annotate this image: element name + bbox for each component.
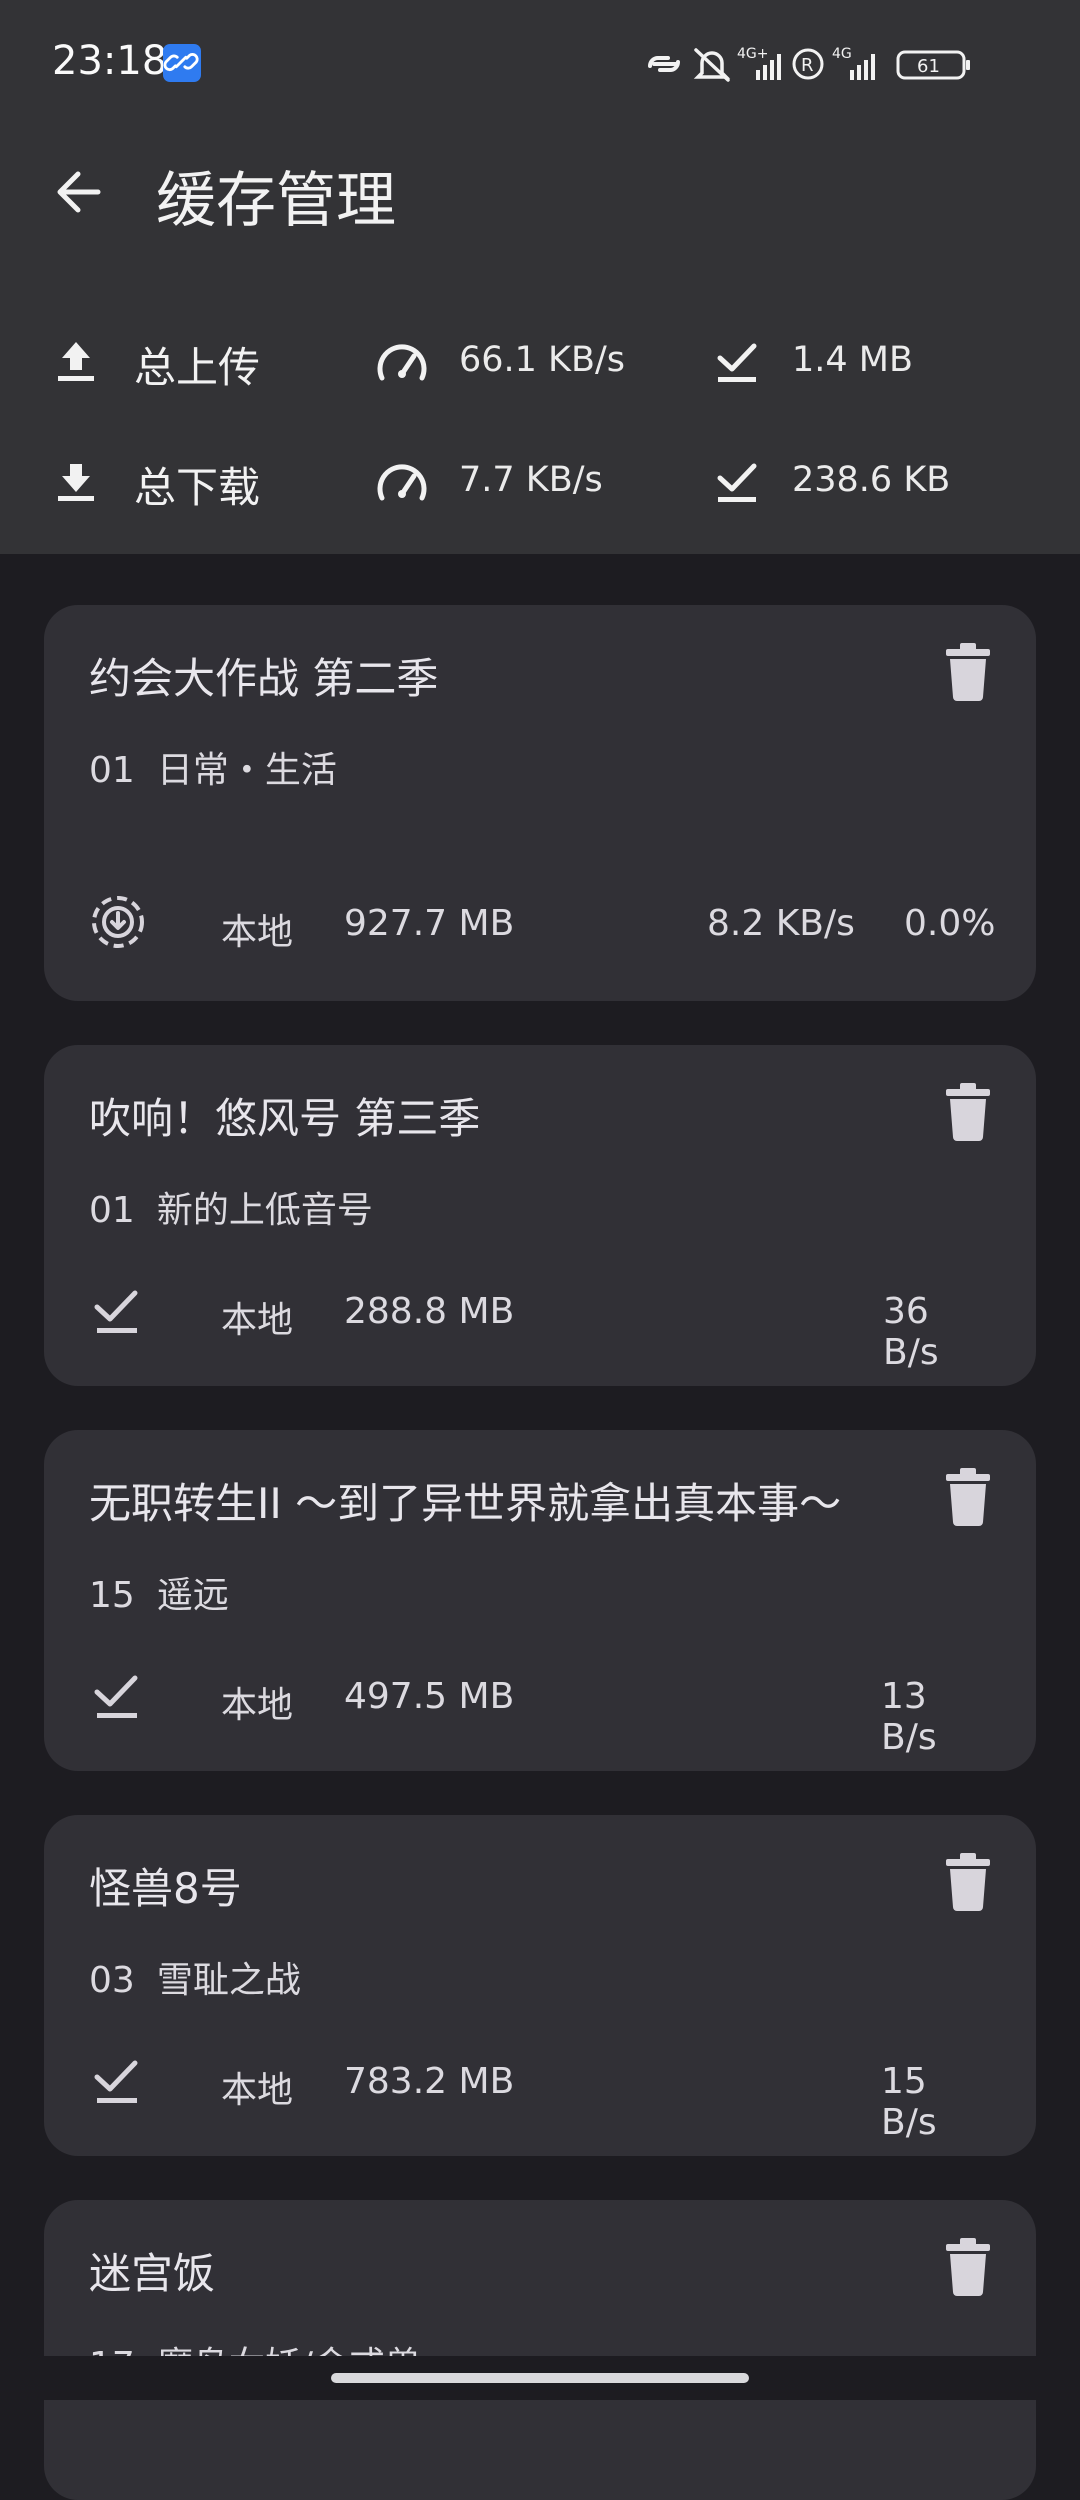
item-speed: 15 B/s (881, 2061, 937, 2143)
item-size: 497.5 MB (344, 1676, 515, 1717)
check-icon (717, 463, 757, 502)
trash-icon[interactable] (944, 1853, 992, 1911)
episode-number: 03 (89, 1960, 135, 2001)
episode-number: 15 (89, 1575, 135, 1616)
home-indicator[interactable] (331, 2373, 749, 2383)
item-title: 约会大作战 第二季 (89, 654, 439, 703)
item-location: 本地 (221, 1300, 294, 1341)
link-app-icon (163, 44, 201, 82)
download-progress-icon (92, 896, 144, 948)
download-label: 总下载 (134, 463, 261, 512)
svg-text:4G: 4G (832, 46, 852, 62)
item-title: 怪兽8号 (89, 1864, 242, 1913)
upload-label: 总上传 (134, 343, 261, 392)
episode-line: 01 新的上低音号 (89, 1181, 373, 1233)
speedometer-icon (377, 464, 427, 501)
item-title: 无职转生II ～到了异世界就拿出真本事～ (89, 1479, 842, 1528)
download-total: 238.6 KB (792, 460, 951, 500)
download-summary-row: 总下载 7.7 KB/s 238.6 KB (0, 444, 1080, 524)
check-icon (94, 1675, 138, 1718)
item-status-row: 本地 288.8 MB 36 B/s (89, 1281, 991, 1373)
episode-name: 日常・生活 (156, 750, 337, 791)
back-arrow-icon[interactable] (48, 160, 112, 224)
item-size: 927.7 MB (344, 903, 515, 944)
cache-item-card[interactable]: 约会大作战 第二季 01 日常・生活 本地 927.7 MB 8.2 KB/s 0… (44, 605, 1036, 1001)
link-icon (648, 56, 680, 72)
registered-icon: R (792, 48, 824, 80)
trash-icon[interactable] (944, 2238, 992, 2296)
episode-line: 01 日常・生活 (89, 741, 337, 793)
cache-item-card[interactable]: 无职转生II ～到了异世界就拿出真本事～ 15 遥远 本地 497.5 MB 13… (44, 1430, 1036, 1771)
item-location: 本地 (221, 2070, 294, 2111)
item-progress: 0.0% (904, 903, 996, 944)
download-speed: 7.7 KB/s (459, 460, 603, 500)
upload-icon (58, 342, 94, 381)
signal-icon-2 (850, 54, 875, 80)
check-icon (94, 2060, 138, 2103)
episode-line: 15 遥远 (89, 1566, 229, 1618)
trash-icon[interactable] (944, 1083, 992, 1141)
episode-name: 雪耻之战 (156, 1960, 301, 2001)
upload-speed: 66.1 KB/s (459, 340, 626, 380)
check-icon (94, 1290, 138, 1333)
item-speed: 13 B/s (881, 1676, 937, 1758)
svg-text:61: 61 (917, 56, 940, 77)
check-icon (717, 343, 757, 382)
mute-bell-icon (693, 48, 731, 82)
item-title: 吹响！悠风号 第三季 (89, 1094, 481, 1143)
item-speed: 8.2 KB/s (707, 903, 855, 944)
top-app-bar: 23:18 4G+ R 4G 61 缓存管理 总上传 66.1 KB/s 1.4… (0, 0, 1080, 554)
svg-text:R: R (801, 55, 814, 76)
trash-icon[interactable] (944, 643, 992, 701)
item-location: 本地 (221, 912, 294, 953)
upload-total: 1.4 MB (792, 340, 913, 380)
trash-icon[interactable] (944, 1468, 992, 1526)
cache-item-card[interactable]: 吹响！悠风号 第三季 01 新的上低音号 本地 288.8 MB 36 B/s (44, 1045, 1036, 1386)
episode-name: 新的上低音号 (156, 1190, 373, 1231)
item-status-row: 本地 783.2 MB 15 B/s (89, 2051, 991, 2143)
upload-summary-row: 总上传 66.1 KB/s 1.4 MB (0, 324, 1080, 404)
status-time: 23:18 (52, 38, 168, 84)
episode-number: 01 (89, 750, 135, 791)
episode-number: 01 (89, 1190, 135, 1231)
download-icon (58, 464, 94, 501)
episode-name: 遥远 (156, 1575, 229, 1616)
status-bar: 23:18 4G+ R 4G 61 (0, 0, 1080, 128)
item-size: 783.2 MB (344, 2061, 515, 2102)
page-title: 缓存管理 (156, 166, 396, 236)
battery-icon: 61 (896, 50, 970, 80)
item-status-row: 本地 497.5 MB 13 B/s (89, 1666, 991, 1758)
item-title: 迷宫饭 (89, 2249, 216, 2298)
status-icons: 4G+ R 4G 61 (648, 46, 970, 82)
item-status-row: 本地 927.7 MB 8.2 KB/s 0.0% (89, 893, 995, 953)
item-speed: 36 B/s (883, 1291, 939, 1373)
item-location: 本地 (221, 1685, 294, 1726)
cache-item-card[interactable]: 迷宫饭 17魔鸟女妖/金戒兽 (44, 2200, 1036, 2500)
svg-text:4G+: 4G+ (737, 46, 769, 62)
item-size: 288.8 MB (344, 1291, 515, 1332)
speedometer-icon (377, 344, 427, 381)
cache-item-card[interactable]: 怪兽8号 03 雪耻之战 本地 783.2 MB 15 B/s (44, 1815, 1036, 2156)
episode-line: 03 雪耻之战 (89, 1951, 301, 2003)
